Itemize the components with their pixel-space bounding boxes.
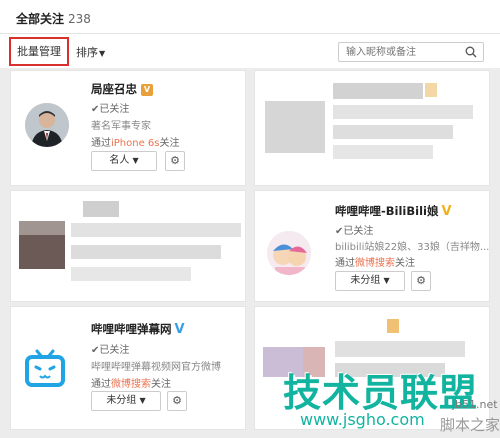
follow-source-prefix: 通过	[91, 138, 111, 149]
blurred-line	[71, 223, 241, 237]
verified-v-icon: V	[174, 322, 185, 337]
panel-header: 全部关注 238	[0, 0, 500, 34]
verified-badge-icon: V	[141, 84, 153, 96]
blurred-line	[71, 245, 221, 259]
follow-card-blurred-1	[254, 70, 490, 186]
blurred-line	[335, 341, 465, 357]
card-name-text: 局座召忠	[91, 82, 137, 96]
verified-v-icon: V	[441, 204, 452, 219]
gear-icon[interactable]: ⚙	[167, 391, 187, 411]
follow-status-text: 已关注	[99, 104, 130, 115]
group-dropdown-label: 名人	[109, 155, 130, 166]
group-dropdown[interactable]: 未分组 ▼	[335, 271, 405, 291]
card-description: bilibili站娘22娘、33娘（吉祥物...	[335, 242, 490, 253]
follow-source-suffix: 关注	[159, 138, 180, 149]
watermark-side: jb51.net	[452, 398, 498, 411]
group-dropdown-label: 未分组	[106, 395, 137, 406]
blurred-line	[71, 267, 191, 281]
caret-down-icon: ▼	[132, 156, 139, 165]
follow-source-suffix: 关注	[395, 258, 415, 269]
avatar[interactable]	[23, 347, 67, 391]
sort-label: 排序	[76, 46, 98, 59]
caret-down-icon: ▼	[139, 396, 146, 405]
avatar[interactable]	[267, 231, 311, 275]
blurred-line	[333, 125, 453, 139]
follow-source: 通过iPhone 6s关注	[91, 134, 180, 149]
follow-source: 通过微博搜索关注	[335, 254, 415, 269]
follow-status: ✔已关注	[335, 226, 374, 237]
card-description: 著名军事专家	[91, 121, 151, 132]
card-name[interactable]: 哔哩哔哩-BiliBili娘 V	[335, 203, 452, 219]
blurred-line	[333, 105, 473, 119]
follow-status-text: 已关注	[343, 226, 374, 237]
watermark-side2: 脚本之家	[440, 416, 500, 434]
follow-source: 通过微博搜索关注	[91, 375, 171, 390]
anime-avatar-image	[267, 231, 311, 275]
watermark-url: www.jsgho.com	[300, 410, 425, 429]
page-title-text: 全部关注	[16, 12, 65, 26]
follow-source-link[interactable]: 微博搜索	[111, 379, 151, 390]
caret-down-icon: ▼	[99, 49, 106, 58]
follow-source-prefix: 通过	[335, 258, 355, 269]
card-name[interactable]: 局座召忠 V	[91, 81, 153, 97]
follow-source-prefix: 通过	[91, 379, 111, 390]
search-icon[interactable]	[465, 46, 477, 58]
blurred-avatar	[19, 221, 65, 235]
follow-status: ✔已关注	[91, 104, 130, 115]
group-dropdown[interactable]: 未分组 ▼	[91, 391, 161, 411]
sort-button[interactable]: 排序▼	[76, 44, 105, 60]
gear-icon[interactable]: ⚙	[165, 151, 185, 171]
blurred-avatar	[19, 235, 65, 269]
follow-card-jvzuo: 局座召忠 V ✔已关注 著名军事专家 通过iPhone 6s关注 名人 ▼ ⚙	[10, 70, 246, 186]
card-name-text: 哔哩哔哩弹幕网	[91, 322, 172, 336]
follow-card-bilibili: 哔哩哔哩弹幕网 V ✔已关注 哔哩哔哩弹幕视频网官方微博 通过微博搜索关注 未分组…	[10, 306, 246, 430]
watermark-main: 技术员联盟	[283, 371, 479, 415]
follow-source-suffix: 关注	[151, 379, 171, 390]
page-title: 全部关注 238	[16, 10, 91, 27]
search-input[interactable]	[339, 43, 459, 61]
caret-down-icon: ▼	[383, 276, 390, 285]
group-dropdown-label: 未分组	[350, 275, 381, 286]
card-name-text: 哔哩哔哩-BiliBili娘	[335, 204, 439, 218]
blurred-line	[333, 145, 433, 159]
follow-source-link[interactable]: 微博搜索	[355, 258, 395, 269]
avatar[interactable]	[25, 103, 69, 147]
follow-card-bilibili-niang: 哔哩哔哩-BiliBili娘 V ✔已关注 bilibili站娘22娘、33娘（吉…	[254, 190, 490, 302]
follow-status: ✔已关注	[91, 345, 130, 356]
bilibili-tv-icon	[25, 349, 65, 387]
group-dropdown[interactable]: 名人 ▼	[91, 151, 157, 171]
follow-source-link[interactable]: iPhone 6s	[111, 138, 160, 149]
card-name[interactable]: 哔哩哔哩弹幕网 V	[91, 321, 185, 337]
batch-manage-button[interactable]: 批量管理	[9, 37, 69, 66]
blurred-badge	[387, 319, 399, 333]
person-avatar-image	[25, 103, 69, 147]
blurred-name	[333, 83, 423, 99]
follow-status-text: 已关注	[99, 345, 130, 356]
follow-panel: 全部关注238 批量管理 排序▼ 局座召忠V ✔已关注 著名军事专家	[0, 0, 500, 438]
blurred-avatar	[265, 101, 325, 153]
gear-icon[interactable]: ⚙	[411, 271, 431, 291]
follow-count: 238	[68, 12, 91, 26]
search-box	[338, 42, 484, 62]
blurred-badge	[425, 83, 437, 97]
blurred-name	[83, 201, 119, 217]
follow-card-blurred-2	[10, 190, 246, 302]
card-description: 哔哩哔哩弹幕视频网官方微博	[91, 362, 221, 373]
